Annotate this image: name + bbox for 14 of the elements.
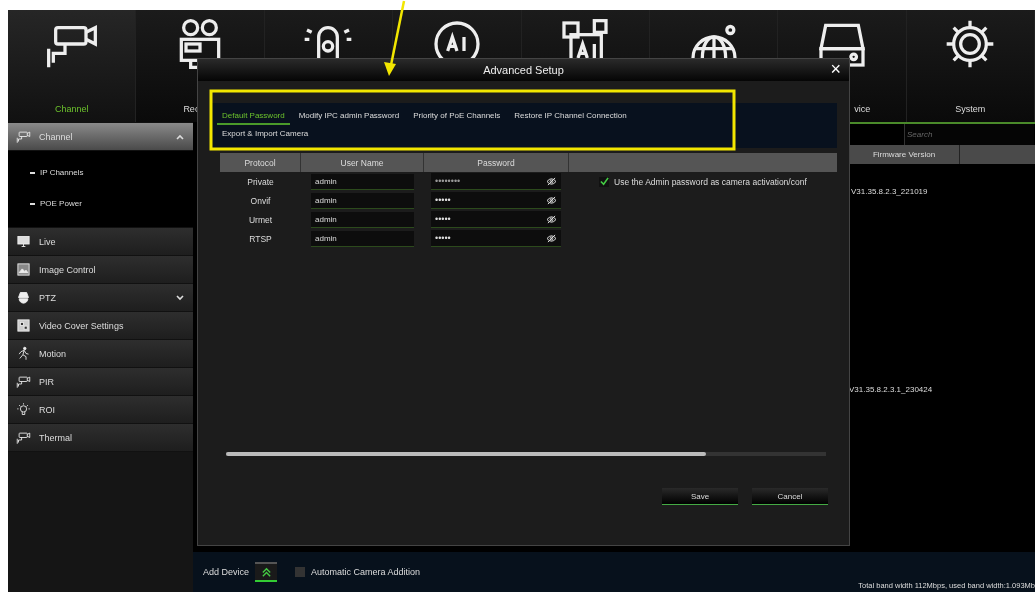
protocol-label: Urmet xyxy=(247,213,274,227)
column-header: User Name xyxy=(301,153,424,172)
checkbox-label: Automatic Camera Addition xyxy=(311,567,421,577)
protocol-label: Private xyxy=(246,175,275,189)
add-device-label: Add Device xyxy=(203,567,250,577)
column-header: Protocol xyxy=(220,153,301,172)
protocol-label: RTSP xyxy=(248,232,273,246)
table-cell: V31.35.8.2.3.1_230424 xyxy=(849,385,933,394)
checkbox-label: Use the Admin password as camera activation/conf xyxy=(614,176,807,187)
column-header: Password xyxy=(424,153,569,172)
dialog-title: Advanced Setup xyxy=(483,64,564,76)
table-cell: V31.35.8.2.3_221019 xyxy=(851,187,928,196)
protocol-label: Onvif xyxy=(249,194,272,208)
column-header: Firmware Version xyxy=(849,145,960,164)
